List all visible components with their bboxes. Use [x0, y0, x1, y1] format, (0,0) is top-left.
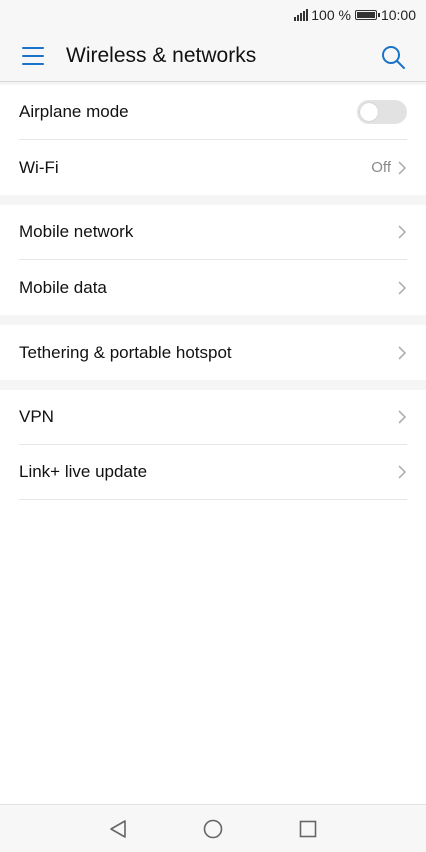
wifi-row[interactable]: Wi-Fi Off	[19, 140, 407, 195]
wifi-status: Off	[371, 159, 391, 176]
menu-icon[interactable]	[22, 47, 44, 65]
chevron-right-icon	[398, 160, 407, 175]
mobile-network-row[interactable]: Mobile network	[19, 205, 407, 260]
status-bar: 100 % 10:00	[0, 0, 426, 30]
tethering-row[interactable]: Tethering & portable hotspot	[19, 325, 407, 380]
link-live-update-row[interactable]: Link+ live update	[19, 445, 407, 500]
settings-group-1: Airplane mode Wi-Fi Off	[0, 85, 426, 195]
chevron-right-icon	[398, 345, 407, 360]
settings-group-4: VPN Link+ live update	[0, 390, 426, 804]
system-nav-bar	[0, 804, 426, 852]
chevron-right-icon	[398, 225, 407, 239]
mobile-data-row[interactable]: Mobile data	[19, 260, 407, 315]
home-icon[interactable]	[202, 818, 224, 840]
page-title: Wireless & networks	[66, 44, 257, 67]
search-icon[interactable]	[380, 44, 406, 70]
airplane-mode-toggle[interactable]	[357, 100, 407, 124]
vpn-label: VPN	[19, 407, 54, 426]
battery-percent: 100 %	[311, 7, 351, 23]
signal-icon	[294, 9, 309, 21]
airplane-mode-row[interactable]: Airplane mode	[19, 85, 407, 140]
clock: 10:00	[380, 7, 416, 23]
vpn-row[interactable]: VPN	[19, 390, 407, 445]
chevron-right-icon	[398, 410, 407, 424]
chevron-right-icon	[398, 280, 407, 295]
recents-icon[interactable]	[297, 818, 319, 840]
settings-group-3: Tethering & portable hotspot	[0, 325, 426, 380]
airplane-mode-label: Airplane mode	[19, 102, 129, 121]
mobile-network-label: Mobile network	[19, 222, 134, 241]
battery-icon	[354, 10, 380, 20]
mobile-data-label: Mobile data	[19, 277, 107, 297]
app-bar: Wireless & networks	[0, 30, 426, 82]
settings-group-2: Mobile network Mobile data	[0, 205, 426, 315]
back-icon[interactable]	[107, 818, 129, 840]
link-live-update-label: Link+ live update	[19, 462, 148, 481]
tethering-label: Tethering & portable hotspot	[19, 342, 232, 362]
chevron-right-icon	[398, 465, 407, 479]
wifi-label: Wi-Fi	[19, 157, 59, 177]
